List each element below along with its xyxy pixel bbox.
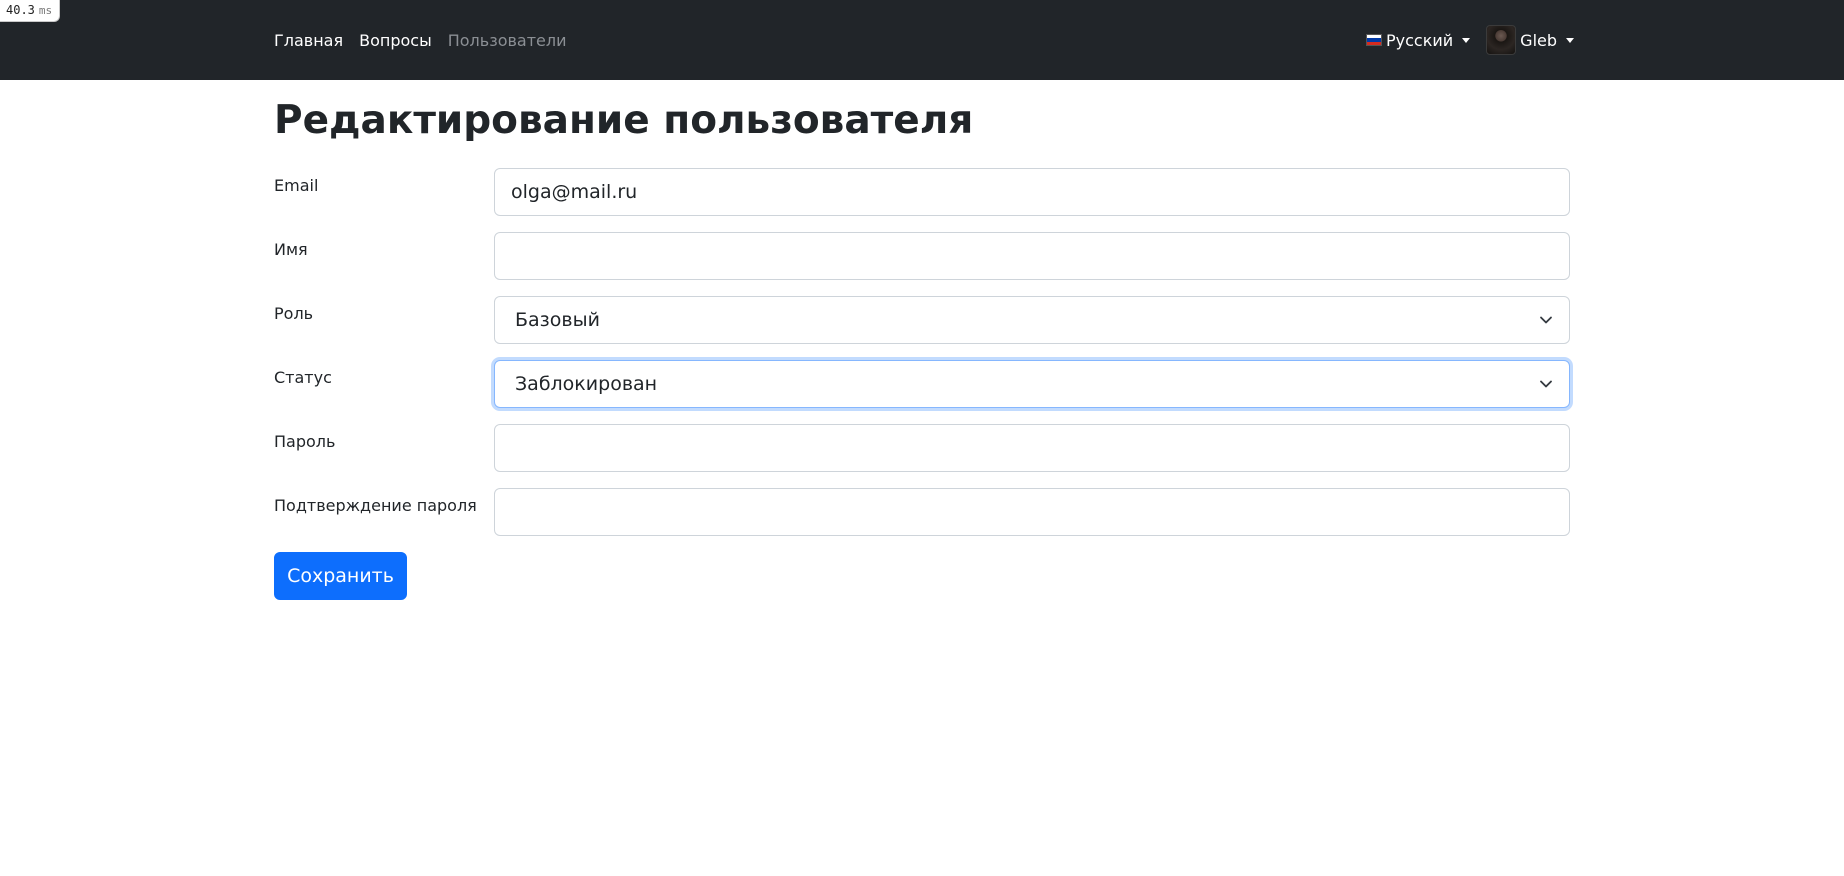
- role-select[interactable]: Базовый: [494, 296, 1570, 344]
- password-row: Пароль: [274, 424, 1570, 472]
- language-dropdown[interactable]: Русский: [1366, 30, 1471, 50]
- language-label: Русский: [1386, 30, 1454, 50]
- nav-link-questions[interactable]: Вопросы: [359, 31, 432, 50]
- name-field[interactable]: [494, 232, 1570, 280]
- email-field[interactable]: olga@mail.ru: [494, 168, 1570, 216]
- nav-links: Главная Вопросы Пользователи: [274, 0, 583, 80]
- nav-link-users[interactable]: Пользователи: [448, 31, 567, 50]
- user-avatar: [1486, 25, 1517, 55]
- status-selected-value: Заблокирован: [515, 373, 658, 395]
- render-time-badge: 40.3 ms: [0, 0, 61, 22]
- status-row: Статус Заблокирован: [274, 360, 1570, 408]
- caret-down-icon: [1566, 37, 1575, 43]
- save-button[interactable]: Сохранить: [274, 552, 407, 600]
- nav-right: Русский Gleb: [1366, 0, 1575, 80]
- role-selected-value: Базовый: [515, 309, 600, 331]
- role-row: Роль Базовый: [274, 296, 1570, 344]
- nav-link-home[interactable]: Главная: [274, 31, 343, 50]
- status-select[interactable]: Заблокирован: [494, 360, 1570, 408]
- render-time-value: 40.3: [6, 3, 35, 17]
- password-confirm-row: Подтверждение пароля: [274, 488, 1570, 536]
- user-name: Gleb: [1520, 30, 1558, 50]
- top-navbar: Главная Вопросы Пользователи Русский Gle…: [0, 0, 1844, 80]
- password-field[interactable]: [494, 424, 1570, 472]
- name-label: Имя: [274, 240, 308, 259]
- chevron-down-icon: [1540, 316, 1552, 324]
- render-time-unit: ms: [38, 3, 53, 17]
- user-dropdown[interactable]: Gleb: [1486, 25, 1575, 55]
- email-row: Email olga@mail.ru: [274, 168, 1570, 216]
- email-value: olga@mail.ru: [511, 181, 638, 203]
- chevron-down-icon: [1540, 380, 1552, 388]
- name-row: Имя: [274, 232, 1570, 280]
- password-confirm-label: Подтверждение пароля: [274, 496, 477, 515]
- page-title: Редактирование пользователя: [274, 98, 974, 143]
- password-label: Пароль: [274, 432, 336, 451]
- caret-down-icon: [1462, 37, 1471, 43]
- russia-flag-icon: [1366, 34, 1382, 46]
- role-label: Роль: [274, 304, 314, 323]
- email-label: Email: [274, 176, 319, 195]
- password-confirm-field[interactable]: [494, 488, 1570, 536]
- status-label: Статус: [274, 368, 332, 387]
